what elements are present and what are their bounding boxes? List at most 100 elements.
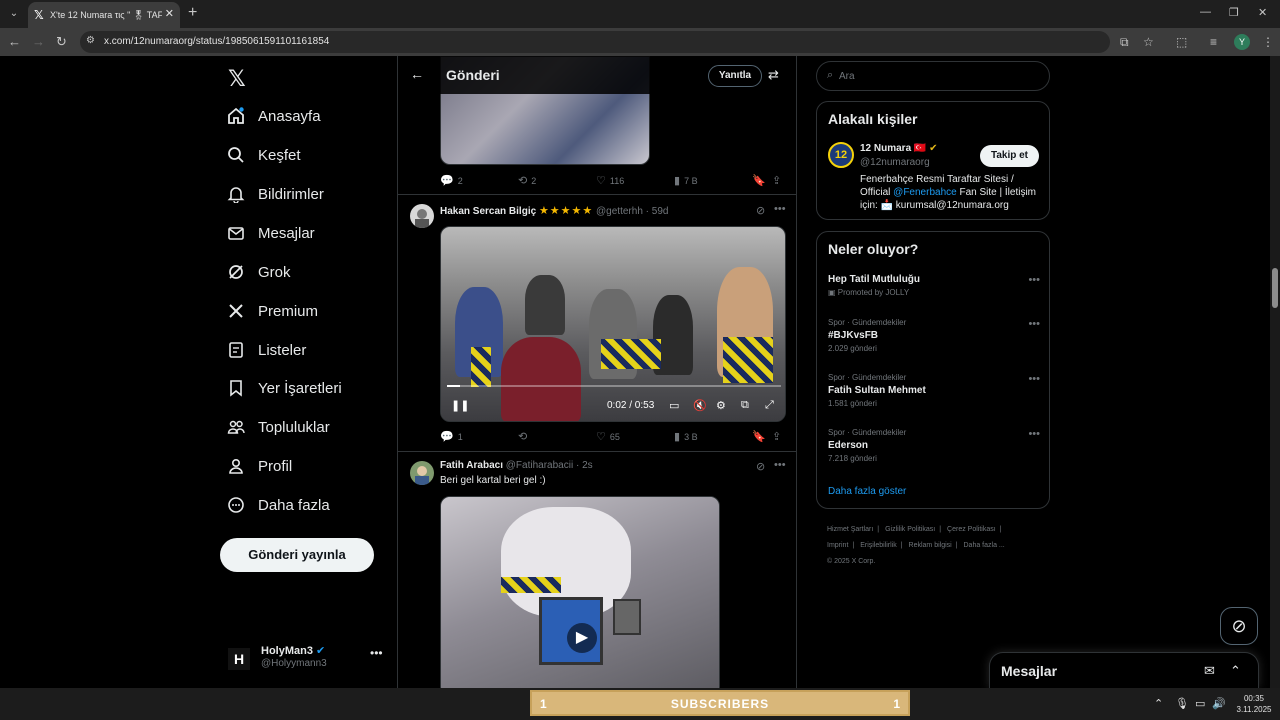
video-player[interactable]: ❚❚ 0:02 / 0:53 ▭ 🔇 ⚙ ⧉ ⤢ bbox=[440, 226, 786, 422]
x-logo-icon[interactable]: 𝕏 bbox=[228, 66, 246, 92]
nav-messages[interactable]: Mesajlar bbox=[226, 221, 386, 245]
like-action[interactable]: ♡ 65 bbox=[596, 430, 620, 443]
tab-search-icon[interactable]: ⌄ bbox=[4, 4, 24, 24]
repost-action[interactable]: ⟲ bbox=[518, 430, 531, 443]
settings-icon[interactable]: ⚙ bbox=[716, 399, 726, 412]
views-action[interactable]: ▮ 3 B bbox=[674, 430, 698, 443]
trend-item[interactable]: Spor · Gündemdekiler Ederson 7.218 gönde… bbox=[828, 428, 1040, 463]
window-close-icon[interactable]: ✕ bbox=[1258, 6, 1267, 19]
nav-profile[interactable]: Profil bbox=[226, 454, 386, 478]
tab-close-icon[interactable]: ✕ bbox=[165, 7, 174, 20]
extensions-icon[interactable]: ⬚ bbox=[1176, 35, 1187, 49]
pause-icon[interactable]: ❚❚ bbox=[451, 399, 469, 412]
messages-dock[interactable]: Mesajlar ✉ ⌃ bbox=[989, 652, 1259, 688]
back-icon[interactable]: ← bbox=[8, 34, 21, 50]
author-name[interactable]: Hakan Sercan Bilgiç bbox=[440, 206, 536, 217]
forward-icon[interactable]: → bbox=[32, 34, 45, 50]
browser-tab[interactable]: 𝕏 X'te 12 Numara τις " 🎖 TAF ✕ bbox=[28, 2, 180, 28]
nav-notifications[interactable]: Bildirimler bbox=[226, 182, 386, 206]
footer-link[interactable]: Erişilebilirlik bbox=[860, 542, 897, 549]
url-text[interactable]: x.com/12numaraorg/status/198506159110116… bbox=[104, 36, 329, 47]
author-handle[interactable]: @Fatiharabacii bbox=[506, 460, 573, 471]
new-tab-icon[interactable]: + bbox=[188, 4, 197, 22]
repost-action[interactable]: ⟲ 2 bbox=[518, 174, 536, 187]
mute-icon[interactable]: 🔇 bbox=[693, 399, 707, 412]
address-bar[interactable]: ⚙ x.com/12numaraorg/status/1985061591101… bbox=[80, 31, 1110, 53]
nav-premium[interactable]: Premium bbox=[226, 299, 386, 323]
related-name[interactable]: 12 Numara 🇹🇷 ✔ bbox=[860, 143, 938, 154]
trend-item[interactable]: Spor · Gündemdekiler #BJKvsFB 2.029 gönd… bbox=[828, 318, 1040, 353]
more-icon[interactable]: ••• bbox=[1028, 318, 1040, 330]
page-scrollbar[interactable] bbox=[1270, 56, 1280, 688]
show-more-link[interactable]: Daha fazla göster bbox=[828, 486, 906, 497]
bookmark-action[interactable]: 🔖 bbox=[752, 174, 770, 187]
install-app-icon[interactable]: ⧉ bbox=[1120, 35, 1129, 49]
footer-link[interactable]: Hizmet Şartları bbox=[827, 526, 873, 533]
follow-button[interactable]: Takip et bbox=[980, 145, 1039, 167]
author-handle[interactable]: @getterhh bbox=[596, 206, 643, 217]
mention-link[interactable]: @Fenerbahce bbox=[893, 187, 957, 198]
nav-home[interactable]: Anasayfa bbox=[226, 104, 386, 128]
more-icon[interactable]: ••• bbox=[774, 459, 786, 471]
tweet-time[interactable]: 2s bbox=[582, 460, 593, 471]
microphone-icon[interactable]: 🎙 bbox=[1175, 697, 1189, 710]
reload-icon[interactable]: ↻ bbox=[56, 34, 67, 50]
search-box[interactable]: ⌕ bbox=[816, 61, 1050, 91]
grok-icon[interactable]: ⊘ bbox=[756, 204, 765, 217]
browser-menu-icon[interactable]: ⋮ bbox=[1262, 35, 1274, 49]
account-switcher[interactable]: H HolyMan3 ✔ @Holyymann3 ••• bbox=[220, 640, 390, 680]
author-name[interactable]: Fatih Arabacı bbox=[440, 460, 503, 471]
more-icon[interactable]: ••• bbox=[1028, 274, 1040, 286]
filter-icon[interactable]: ⇄ bbox=[768, 67, 779, 83]
more-icon[interactable]: ••• bbox=[1028, 428, 1040, 440]
video-progress-bar[interactable] bbox=[447, 385, 781, 387]
new-message-icon[interactable]: ✉ bbox=[1204, 663, 1215, 679]
avatar[interactable] bbox=[410, 461, 434, 485]
views-action[interactable]: ▮ 7 B bbox=[674, 174, 698, 187]
search-input[interactable] bbox=[839, 68, 1039, 84]
reply-button[interactable]: Yanıtla bbox=[708, 65, 762, 87]
footer-link[interactable]: Daha fazla ... bbox=[964, 542, 1005, 549]
avatar[interactable] bbox=[410, 204, 434, 228]
share-action[interactable]: ⇪ bbox=[772, 430, 785, 443]
grok-icon[interactable]: ⊘ bbox=[756, 460, 765, 473]
captions-icon[interactable]: ▭ bbox=[669, 399, 679, 412]
grok-fab-icon[interactable]: ⊘ bbox=[1220, 607, 1258, 645]
more-icon[interactable]: ••• bbox=[1028, 373, 1040, 385]
footer-link[interactable]: Gizlilik Politikası bbox=[885, 526, 935, 533]
play-icon[interactable]: ▶ bbox=[567, 623, 597, 653]
volume-icon[interactable]: 🔊 bbox=[1212, 697, 1226, 710]
scrollbar-thumb[interactable] bbox=[1272, 268, 1278, 308]
nav-explore[interactable]: Keşfet bbox=[226, 143, 386, 167]
bookmark-star-icon[interactable]: ☆ bbox=[1143, 35, 1154, 49]
nav-more[interactable]: Daha fazla bbox=[226, 493, 386, 517]
trend-item[interactable]: Hep Tatil Mutluluğu ▣ Promoted by JOLLY … bbox=[828, 274, 1040, 297]
nav-bookmarks[interactable]: Yer İşaretleri bbox=[226, 376, 386, 400]
trend-item[interactable]: Spor · Gündemdekiler Fatih Sultan Mehmet… bbox=[828, 373, 1040, 408]
footer-link[interactable]: Reklam bilgisi bbox=[909, 542, 952, 549]
minimize-icon[interactable]: — bbox=[1200, 6, 1211, 18]
back-arrow-icon[interactable]: ← bbox=[410, 66, 424, 82]
bookmark-action[interactable]: 🔖 bbox=[752, 430, 770, 443]
nav-communities[interactable]: Topluluklar bbox=[226, 415, 386, 439]
video-player[interactable]: ▶ bbox=[440, 496, 720, 688]
share-action[interactable]: ⇪ bbox=[772, 174, 785, 187]
pip-icon[interactable]: ⧉ bbox=[741, 399, 749, 412]
reply-action[interactable]: 💬 1 bbox=[440, 430, 463, 443]
media-control-icon[interactable]: ≡ bbox=[1210, 35, 1217, 49]
like-action[interactable]: ♡ 116 bbox=[596, 174, 624, 187]
more-icon[interactable]: ••• bbox=[774, 203, 786, 215]
tweet-time[interactable]: 59d bbox=[652, 206, 669, 217]
site-info-icon[interactable]: ⚙ bbox=[86, 35, 95, 46]
system-clock[interactable]: 00:35 3.11.2025 bbox=[1232, 693, 1276, 715]
reply-action[interactable]: 💬 2 bbox=[440, 174, 463, 187]
related-handle[interactable]: @12numaraorg bbox=[860, 157, 930, 168]
footer-link[interactable]: Çerez Politikası bbox=[947, 526, 996, 533]
chevron-up-icon[interactable]: ⌃ bbox=[1230, 663, 1241, 679]
fullscreen-icon[interactable]: ⤢ bbox=[765, 399, 774, 412]
post-button[interactable]: Gönderi yayınla bbox=[220, 538, 374, 572]
avatar[interactable]: 12 bbox=[828, 142, 854, 168]
footer-link[interactable]: Imprint bbox=[827, 542, 848, 549]
tray-chevron-up-icon[interactable]: ⌃ bbox=[1154, 697, 1163, 710]
profile-avatar[interactable]: Y bbox=[1234, 34, 1250, 50]
